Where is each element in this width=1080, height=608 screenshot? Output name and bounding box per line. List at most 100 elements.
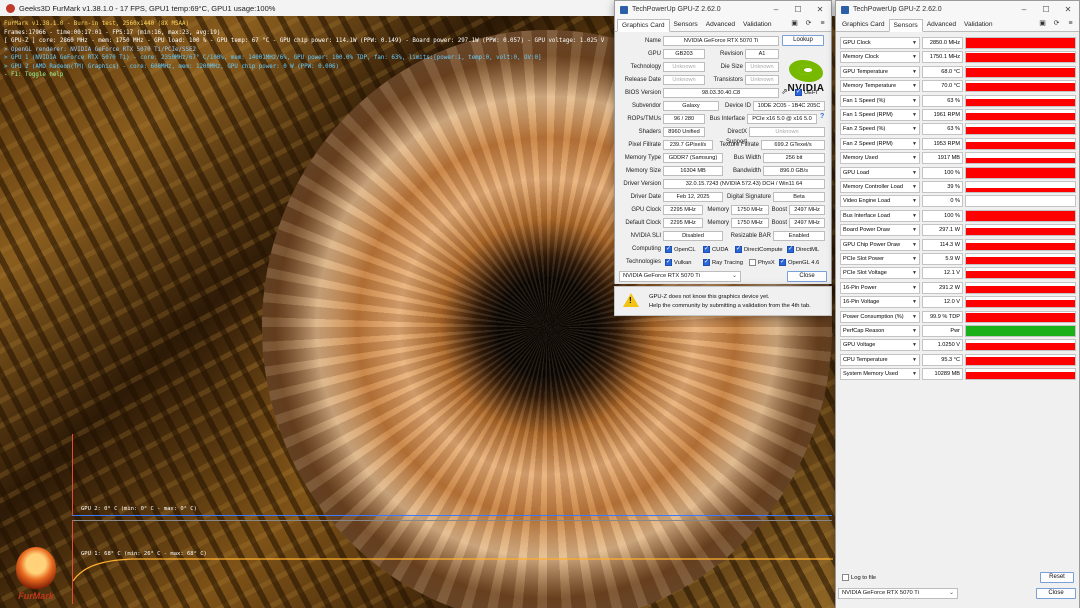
close-icon[interactable]: ✕ [1057, 1, 1079, 18]
dropdown-arrow-icon[interactable]: ▼ [912, 153, 917, 163]
menu-icon[interactable]: ≡ [818, 19, 827, 29]
sensor-value: 100 % [922, 166, 963, 179]
dropdown-arrow-icon[interactable]: ▼ [912, 139, 917, 149]
sensor-name[interactable]: GPU Voltage ▼ [840, 339, 920, 352]
opencl-checkbox[interactable]: OpenCL [665, 245, 696, 253]
dropdown-arrow-icon[interactable]: ▼ [912, 52, 917, 62]
dropdown-arrow-icon[interactable]: ▼ [912, 326, 917, 336]
close-icon[interactable]: ✕ [809, 1, 831, 18]
dropdown-arrow-icon[interactable]: ▼ [912, 81, 917, 91]
dropdown-arrow-icon[interactable]: ▼ [912, 369, 917, 379]
help-icon[interactable]: ? [820, 113, 824, 120]
dropdown-arrow-icon[interactable]: ▼ [912, 96, 917, 106]
dropdown-arrow-icon[interactable]: ▼ [912, 312, 917, 322]
sensor-value: 68.0 °C [922, 65, 963, 78]
dropdown-arrow-icon[interactable]: ▼ [912, 225, 917, 235]
tab-sensors[interactable]: Sensors [670, 19, 702, 31]
menu-icon[interactable]: ≡ [1066, 19, 1075, 29]
sensor-name[interactable]: 16-Pin Voltage ▼ [840, 296, 920, 309]
tab-validation[interactable]: Validation [739, 19, 775, 31]
sensor-name[interactable]: Memory Temperature ▼ [840, 80, 920, 93]
close-button[interactable]: Close [787, 271, 827, 282]
minimize-icon[interactable]: – [1013, 1, 1035, 18]
sensor-row: Memory Controller Load ▼ 39 % [840, 181, 1076, 193]
dropdown-arrow-icon[interactable]: ▼ [912, 168, 917, 178]
gpuz-sensors-titlebar[interactable]: TechPowerUp GPU-Z 2.62.0 – ☐ ✕ [836, 1, 1079, 18]
dropdown-arrow-icon[interactable]: ▼ [912, 254, 917, 264]
gpuz-titlebar[interactable]: TechPowerUp GPU-Z 2.62.0 – ☐ ✕ [615, 1, 831, 18]
memory-label: Memory [707, 207, 729, 213]
sensor-name[interactable]: Fan 2 Speed (RPM) ▼ [840, 137, 920, 150]
dropdown-arrow-icon[interactable]: ▼ [912, 110, 917, 120]
physx-checkbox[interactable]: PhysX [749, 259, 775, 266]
directcompute-checkbox[interactable]: DirectCompute [735, 245, 783, 253]
log-to-file-checkbox[interactable]: Log to file [842, 574, 876, 581]
dropdown-arrow-icon[interactable]: ▼ [912, 182, 917, 192]
tab-sensors[interactable]: Sensors [888, 19, 923, 32]
opengl-checkbox[interactable]: OpenGL 4.6 [779, 258, 819, 266]
sensor-name[interactable]: PCIe Slot Voltage ▼ [840, 267, 920, 280]
share-icon[interactable]: ⇗ [781, 87, 788, 96]
cuda-checkbox[interactable]: CUDA [703, 245, 728, 253]
vulkan-checkbox[interactable]: Vulkan [665, 258, 692, 266]
sensor-name[interactable]: GPU Chip Power Draw ▼ [840, 238, 920, 251]
tab-advanced[interactable]: Advanced [923, 19, 960, 31]
refresh-icon[interactable]: ⟳ [804, 19, 813, 29]
dropdown-arrow-icon[interactable]: ▼ [912, 211, 917, 221]
tab-graphics-card[interactable]: Graphics Card [617, 19, 670, 32]
bandwidth-label: Bandwidth [732, 168, 761, 174]
dropdown-arrow-icon[interactable]: ▼ [912, 340, 917, 350]
maximize-icon[interactable]: ☐ [1035, 1, 1057, 18]
sensor-name[interactable]: GPU Load ▼ [840, 166, 920, 179]
tab-advanced[interactable]: Advanced [702, 19, 739, 31]
sensor-name[interactable]: PCIe Slot Power ▼ [840, 253, 920, 265]
dropdown-arrow-icon[interactable]: ▼ [912, 297, 917, 307]
dropdown-arrow-icon[interactable]: ▼ [912, 268, 917, 278]
uefi-checkbox[interactable]: UEFI [795, 88, 817, 96]
lookup-button[interactable]: Lookup [782, 35, 824, 46]
close-button[interactable]: Close [1036, 588, 1076, 599]
device-select[interactable]: NVIDIA GeForce RTX 5070 Ti ⌄ [619, 271, 741, 282]
sensor-name[interactable]: Fan 1 Speed (%) ▼ [840, 94, 920, 107]
maximize-icon[interactable]: ☐ [787, 1, 809, 18]
directml-checkbox[interactable]: DirectML [787, 245, 819, 253]
subvendor-field: Galaxy [663, 101, 719, 111]
sensor-name[interactable]: Bus Interface Load ▼ [840, 209, 920, 222]
sensor-value: 10289 MB [922, 368, 963, 381]
sensor-graph [965, 137, 1076, 150]
sensor-name[interactable]: PerfCap Reason ▼ [840, 325, 920, 337]
tab-validation[interactable]: Validation [960, 19, 996, 31]
sensor-row: GPU Temperature ▼ 68.0 °C [840, 65, 1076, 78]
ray-tracing-checkbox[interactable]: Ray Tracing [703, 258, 743, 266]
dropdown-arrow-icon[interactable]: ▼ [912, 283, 917, 293]
gpu-memory-clock-field: 1750 MHz [731, 205, 769, 215]
sensor-name[interactable]: Video Engine Load ▼ [840, 195, 920, 208]
driver-version-label: Driver Version [623, 181, 661, 187]
sensor-name[interactable]: Board Power Draw ▼ [840, 224, 920, 237]
camera-icon[interactable]: ▣ [790, 19, 799, 29]
dropdown-arrow-icon[interactable]: ▼ [912, 124, 917, 134]
sensor-name[interactable]: Memory Clock ▼ [840, 51, 920, 64]
sensor-row: CPU Temperature ▼ 95.3 °C [840, 353, 1076, 366]
sensor-name[interactable]: System Memory Used ▼ [840, 368, 920, 381]
sensor-name[interactable]: CPU Temperature ▼ [840, 353, 920, 366]
sensor-name[interactable]: 16-Pin Power ▼ [840, 281, 920, 294]
minimize-icon[interactable]: – [765, 1, 787, 18]
dropdown-arrow-icon[interactable]: ▼ [912, 355, 917, 365]
sensor-name[interactable]: GPU Temperature ▼ [840, 65, 920, 78]
camera-icon[interactable]: ▣ [1038, 19, 1047, 29]
sensor-name[interactable]: Fan 2 Speed (%) ▼ [840, 123, 920, 136]
dropdown-arrow-icon[interactable]: ▼ [912, 196, 917, 206]
dropdown-arrow-icon[interactable]: ▼ [912, 67, 917, 77]
tab-graphics-card[interactable]: Graphics Card [838, 19, 889, 31]
sensor-name[interactable]: Memory Used ▼ [840, 152, 920, 165]
sensors-device-select[interactable]: NVIDIA GeForce RTX 5070 Ti ⌄ [838, 588, 958, 599]
sensor-name[interactable]: Fan 1 Speed (RPM) ▼ [840, 109, 920, 121]
refresh-icon[interactable]: ⟳ [1052, 19, 1061, 29]
dropdown-arrow-icon[interactable]: ▼ [912, 38, 917, 48]
sensor-name[interactable]: Memory Controller Load ▼ [840, 181, 920, 193]
sensor-name[interactable]: GPU Clock ▼ [840, 37, 920, 49]
reset-button[interactable]: Reset [1040, 572, 1074, 583]
dropdown-arrow-icon[interactable]: ▼ [912, 240, 917, 250]
sensor-name[interactable]: Power Consumption (%) ▼ [840, 310, 920, 323]
